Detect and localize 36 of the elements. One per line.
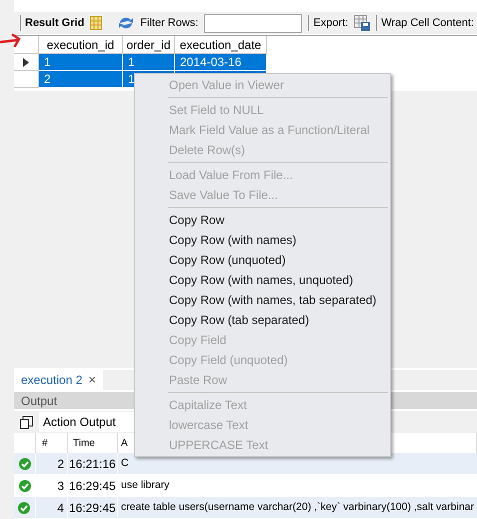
output-cell: 3 [36,475,68,496]
grid-cell[interactable]: 2014-03-16 [175,54,267,71]
close-icon[interactable]: × [88,370,96,390]
output-cell: 16:21:16 [68,453,118,474]
column-header[interactable]: execution_id [39,36,123,54]
output-cell-text: C [120,456,130,471]
menu-item[interactable]: Copy Row (with names, unquoted) [135,270,390,290]
menu-item[interactable]: Copy Row (with names, tab separated) [135,290,390,310]
grid-cell[interactable]: 1 [123,54,175,71]
menu-item[interactable]: Copy Row [135,210,390,230]
output-cell-text: create table users(username varchar(20) ,`key` varbinary(100) ,salt varbinar [120,500,475,515]
copy-icon[interactable] [20,416,33,428]
column-header[interactable]: order_id [123,36,175,54]
row-header[interactable] [14,54,39,71]
export-label: Export: [308,14,348,32]
filter-rows-label: Filter Rows: [140,16,198,31]
refresh-icon[interactable] [118,16,134,30]
menu-item[interactable]: Copy Row (unquoted) [135,250,390,270]
menu-item[interactable]: Copy Row (tab separated) [135,310,390,330]
export-icon[interactable] [354,15,370,31]
output-cell: 4 [36,497,68,518]
current-row-icon [23,58,29,66]
result-tab[interactable]: execution 2 × [14,370,103,390]
output-cell: 2 [36,453,68,474]
grid-cell[interactable]: 1 [39,54,123,71]
menu-item[interactable]: Copy Row (with names) [135,230,390,250]
output-cell: 16:29:45 [68,497,118,518]
wrap-cell-content-label: Wrap Cell Content: [376,14,474,32]
output-cell-text: use library [120,478,170,493]
result-grid-label[interactable]: Result Grid [20,14,84,32]
grid-columns-icon[interactable] [90,16,102,30]
output-title: Output [21,392,58,410]
output-cell: 16:29:45 [68,475,118,496]
filter-field[interactable] [204,14,302,32]
column-header[interactable]: execution_date [175,36,267,54]
grid-cell[interactable]: 2 [39,71,123,88]
